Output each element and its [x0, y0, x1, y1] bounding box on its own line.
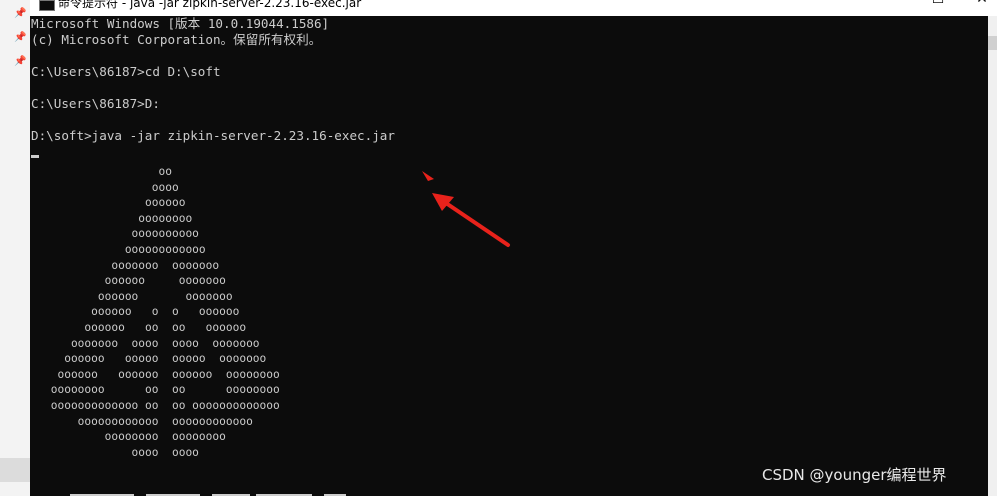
zipkin-ascii-banner: oo oooo oooooo oooooooo oooooooooo ooooo…: [50, 165, 280, 459]
minimize-button[interactable]: —: [872, 0, 918, 14]
background-window-strip: 📌 📌 📌: [0, 0, 30, 496]
red-arrow-annotation: [422, 171, 510, 247]
console-line: Microsoft Windows [版本 10.0.19044.1586]: [31, 16, 330, 31]
title-bar[interactable]: 命令提示符 - java -jar zipkin-server-2.23.16-…: [30, 0, 997, 16]
cmd-app-icon: [39, 0, 55, 11]
maximize-button[interactable]: ☐: [915, 0, 961, 14]
vertical-scrollbar[interactable]: [988, 16, 997, 496]
background-band: [0, 458, 30, 482]
text-cursor: [31, 155, 39, 158]
pin-icon[interactable]: 📌: [14, 8, 26, 19]
scroll-thumb[interactable]: [988, 36, 997, 50]
pin-icon[interactable]: 📌: [14, 32, 26, 43]
console-line: C:\Users\86187>D:: [31, 96, 160, 111]
console-line: (c) Microsoft Corporation。保留所有权利。: [31, 32, 322, 47]
watermark: CSDN @younger编程世界: [762, 466, 947, 484]
console-line: C:\Users\86187>cd D:\soft: [31, 64, 221, 79]
pin-icon[interactable]: 📌: [14, 56, 26, 67]
window-title: 命令提示符 - java -jar zipkin-server-2.23.16-…: [58, 0, 362, 10]
close-button[interactable]: ✕: [959, 0, 997, 14]
console-line: D:\soft>java -jar zipkin-server-2.23.16-…: [31, 128, 395, 143]
console-output[interactable]: Microsoft Windows [版本 10.0.19044.1586] (…: [30, 16, 988, 496]
